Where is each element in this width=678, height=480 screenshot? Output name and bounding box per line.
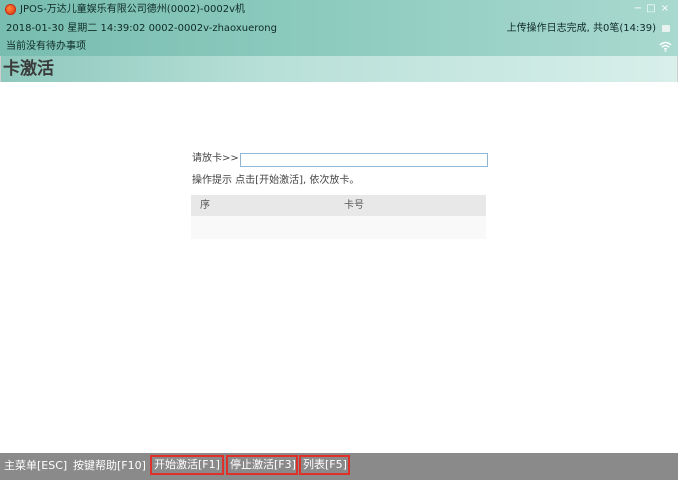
- key-help-button[interactable]: 按键帮助[F10]: [73, 458, 146, 474]
- operation-hint: 操作提示 点击[开始激活], 依次放卡。: [192, 175, 360, 186]
- info-row-session: 2018-01-30 星期二 14:39:02 0002-0002v-zhaox…: [0, 21, 678, 37]
- info-row-todo: 当前没有待办事项: [0, 39, 678, 55]
- wifi-icon: [659, 41, 672, 52]
- title-bar[interactable]: JPOS-万达儿童娱乐有限公司德州(0002)-0002v机 − □ ×: [0, 0, 678, 20]
- table-body[interactable]: [191, 216, 486, 239]
- card-input[interactable]: [240, 153, 488, 167]
- start-activation-button[interactable]: 开始激活[F1]: [150, 455, 224, 475]
- main-menu-button[interactable]: 主菜单[ESC]: [4, 458, 67, 474]
- close-button[interactable]: ×: [659, 2, 671, 16]
- session-info: 2018-01-30 星期二 14:39:02 0002-0002v-zhaox…: [6, 23, 277, 34]
- minimize-button[interactable]: −: [632, 2, 644, 16]
- table-header: 序 卡号: [191, 195, 486, 216]
- page-title-band: 卡激活: [0, 56, 678, 82]
- window-title: JPOS-万达儿童娱乐有限公司德州(0002)-0002v机: [20, 4, 246, 15]
- upload-status-icon: [662, 25, 670, 32]
- card-table: 序 卡号: [191, 195, 486, 239]
- header: JPOS-万达儿童娱乐有限公司德州(0002)-0002v机 − □ × 201…: [0, 0, 678, 56]
- bottom-toolbar: 主菜单[ESC] 按键帮助[F10] 开始激活[F1] 停止激活[F3] 列表[…: [0, 453, 678, 480]
- upload-status: 上传操作日志完成, 共0笔(14:39): [506, 23, 656, 34]
- app-logo-icon: [5, 4, 16, 15]
- app-window: JPOS-万达儿童娱乐有限公司德州(0002)-0002v机 − □ × 201…: [0, 0, 678, 480]
- main-content: 请放卡>> 操作提示 点击[开始激活], 依次放卡。 序 卡号: [0, 82, 678, 454]
- column-header-seq[interactable]: 序: [200, 199, 210, 213]
- stop-activation-button[interactable]: 停止激活[F3]: [226, 455, 298, 475]
- page-title: 卡激活: [3, 59, 54, 79]
- todo-status: 当前没有待办事项: [6, 41, 86, 52]
- maximize-button[interactable]: □: [645, 2, 657, 16]
- card-prompt-label: 请放卡>>: [192, 153, 239, 164]
- column-header-card-number[interactable]: 卡号: [344, 199, 364, 213]
- list-button[interactable]: 列表[F5]: [299, 455, 350, 475]
